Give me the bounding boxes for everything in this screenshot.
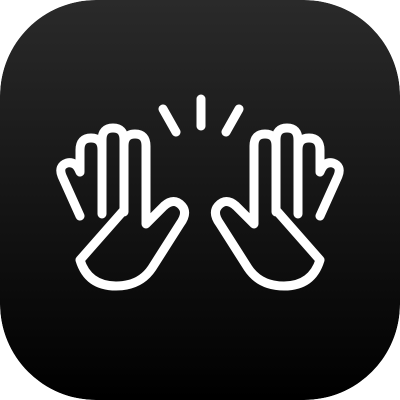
icon-background <box>0 0 400 400</box>
raising-hands-icon <box>0 0 400 400</box>
app-icon[interactable] <box>0 0 400 400</box>
